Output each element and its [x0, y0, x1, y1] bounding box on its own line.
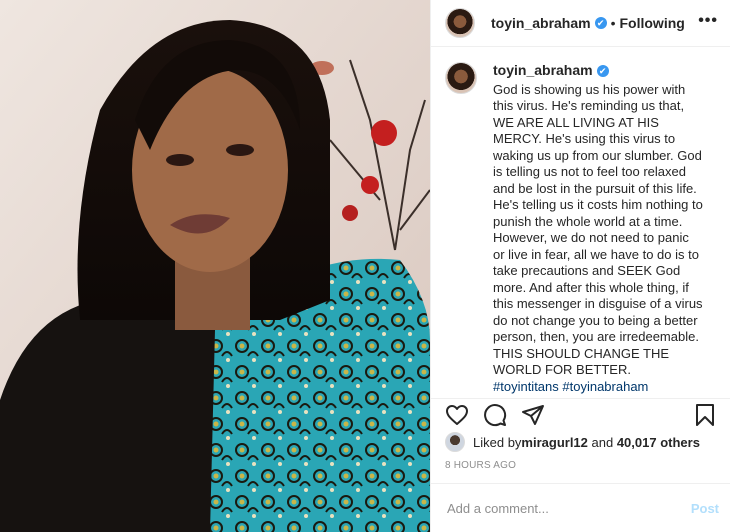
comment-input[interactable] — [445, 499, 691, 517]
portrait-image — [0, 0, 430, 532]
author-username[interactable]: toyin_abraham — [491, 15, 591, 31]
post-timestamp[interactable]: 8 HOURS AGO — [445, 460, 516, 471]
liker-avatar[interactable] — [445, 432, 465, 452]
author-avatar[interactable] — [445, 8, 475, 38]
caption-verified-badge-icon: ✔ — [596, 65, 609, 77]
post-header: toyin_abraham ✔ • Following ••• — [431, 0, 730, 47]
caption-text: God is showing us his power with this vi… — [493, 81, 703, 378]
post-photo[interactable] — [0, 0, 430, 532]
hashtags: #toyintitans #toyinabraham — [493, 379, 703, 396]
header-separator: • — [610, 15, 616, 31]
verified-badge-icon: ✔ — [594, 17, 607, 29]
bookmark-icon[interactable] — [693, 403, 717, 427]
more-horizontal-icon[interactable]: ••• — [698, 12, 718, 30]
likes-middle: and — [587, 434, 617, 450]
caption-username[interactable]: toyin_abraham — [493, 62, 593, 79]
post-comment-button[interactable]: Post — [691, 501, 719, 516]
heart-icon[interactable] — [445, 403, 469, 427]
caption-content: toyin_abraham ✔ God is showing us his pow… — [493, 62, 703, 394]
comment-form: Post — [431, 483, 730, 532]
instagram-post: toyin_abraham ✔ • Following ••• toyin_ab… — [0, 0, 730, 532]
likes-prefix: Liked by — [473, 434, 522, 450]
comment-icon[interactable] — [483, 403, 507, 427]
caption: toyin_abraham ✔ God is showing us his pow… — [431, 62, 730, 394]
hashtag-link[interactable]: #toyinabraham — [562, 379, 648, 394]
likes-summary: Liked by miragurl12 and 40,017 others — [445, 432, 700, 452]
following-button[interactable]: Following — [620, 15, 685, 31]
likes-count-link[interactable]: 40,017 others — [617, 435, 700, 450]
caption-author-avatar[interactable] — [445, 62, 477, 94]
hashtag-link[interactable]: #toyintitans — [493, 379, 559, 394]
share-icon[interactable] — [521, 403, 545, 427]
action-bar — [431, 398, 730, 430]
liker-username[interactable]: miragurl12 — [521, 435, 587, 450]
post-details-panel: toyin_abraham ✔ • Following ••• toyin_ab… — [430, 0, 730, 532]
